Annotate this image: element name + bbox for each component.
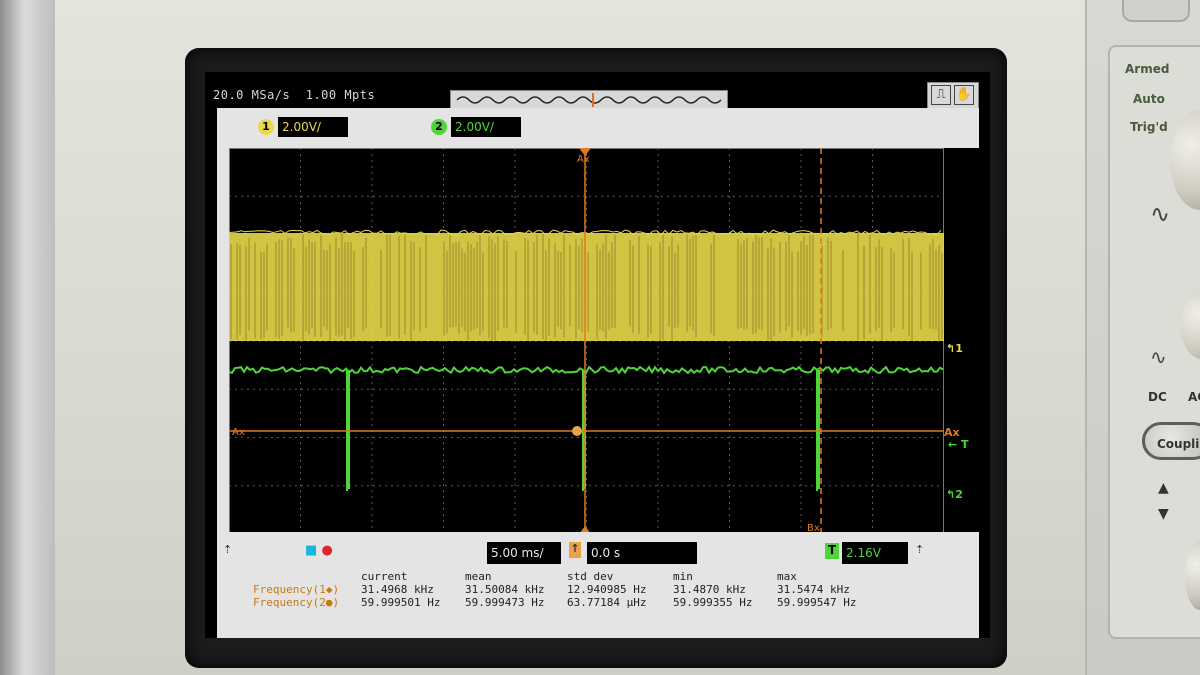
meas-row-2-max: 59.999547 Hz bbox=[777, 596, 857, 609]
right-marker-column: ↰1 Ax ← T ↰2 bbox=[944, 148, 979, 534]
meas-row-1-max: 31.5474 kHz bbox=[777, 583, 850, 596]
header-min: min bbox=[673, 570, 693, 583]
measurement-panel: current mean std dev min max Frequency(1… bbox=[217, 570, 979, 638]
channel-1-indicator[interactable]: 1 2.00V/ bbox=[258, 116, 348, 138]
channel-2-scale[interactable]: 2.00V/ bbox=[451, 117, 521, 137]
memory-depth: 1.00 Mpts bbox=[305, 88, 376, 102]
cursor-intersection-dot bbox=[572, 426, 582, 436]
trigger-level-field[interactable]: 2.16V bbox=[842, 542, 908, 564]
header-std-dev: std dev bbox=[567, 570, 614, 583]
header-current: current bbox=[361, 570, 408, 583]
waveform-overview[interactable] bbox=[450, 90, 728, 110]
waveform-graticule[interactable]: Ax Ax Bx bbox=[228, 148, 944, 534]
header-max: max bbox=[777, 570, 797, 583]
channel-1-badge: 1 bbox=[258, 119, 274, 135]
background-wall bbox=[0, 0, 60, 675]
ac-wave-icon: ∿ bbox=[1150, 345, 1167, 369]
header-mean: mean bbox=[465, 570, 492, 583]
coupling-button[interactable]: Coupling bbox=[1142, 422, 1200, 460]
status-auto: Auto bbox=[1133, 92, 1165, 106]
timebase-bar: ⇡ ■ ● 5.00 ms/ ↑ 0.0 s T 2.16V ⇡ bbox=[217, 532, 979, 572]
delay-field[interactable]: 0.0 s bbox=[587, 542, 697, 564]
meas-row-1-mean: 31.50084 kHz bbox=[465, 583, 545, 596]
panel-top-button[interactable] bbox=[1122, 0, 1190, 22]
channel-bar: 1 2.00V/ 2 2.00V/ bbox=[217, 108, 979, 144]
status-armed: Armed bbox=[1125, 62, 1170, 76]
channel-1-scale[interactable]: 2.00V/ bbox=[278, 117, 348, 137]
channel-2-ground-marker: ↰2 bbox=[946, 488, 963, 501]
channel-2-badge: 2 bbox=[431, 119, 447, 135]
delay-reference-icon: ↑ bbox=[569, 542, 581, 558]
meas-row-2-mean: 59.999473 Hz bbox=[465, 596, 545, 609]
meas-row-2-label: Frequency(2●) bbox=[253, 596, 340, 609]
meas-row-2-stddev: 63.77184 µHz bbox=[567, 596, 647, 609]
status-trigd: Trig'd bbox=[1130, 120, 1168, 134]
meas-row-1-current: 31.4968 kHz bbox=[361, 583, 434, 596]
display-mode-buttons: ⎍ ✋ bbox=[927, 82, 979, 110]
top-status-bar: 20.0 MSa/s 1.00 Mpts ⎍ ✋ bbox=[205, 72, 990, 110]
meas-row-1-label: Frequency(1◆) bbox=[253, 583, 340, 596]
meas-row-1-stddev: 12.940985 Hz bbox=[567, 583, 647, 596]
left-arrow-icon[interactable]: ⇡ bbox=[223, 543, 232, 556]
overview-wave bbox=[456, 93, 722, 107]
channel-2-indicator[interactable]: 2 2.00V/ bbox=[431, 116, 521, 138]
wave-symbol-icon: ∿ bbox=[1150, 200, 1171, 228]
trigger-source-badge: T bbox=[825, 543, 839, 559]
time-per-div-field[interactable]: 5.00 ms/ bbox=[487, 542, 561, 564]
ac-label: AC bbox=[1188, 390, 1200, 404]
meas-row-2-min: 59.999355 Hz bbox=[673, 596, 753, 609]
ax-top-label: Ax bbox=[577, 154, 590, 165]
cursor-source-icons[interactable]: ■ ● bbox=[305, 543, 333, 558]
waveform-mode-button[interactable]: ⎍ bbox=[931, 85, 951, 105]
right-arrow-icon[interactable]: ⇡ bbox=[915, 543, 924, 556]
graticule-svg: AxAxBx bbox=[228, 148, 944, 534]
up-arrow-icon[interactable]: ▲ bbox=[1158, 480, 1169, 496]
acquisition-info: 20.0 MSa/s 1.00 Mpts bbox=[213, 88, 375, 102]
graticule-area: Ax Ax Bx ↰1 Ax ← T ↰2 bbox=[217, 144, 979, 534]
pan-mode-button[interactable]: ✋ bbox=[954, 85, 974, 105]
meas-row-1-min: 31.4870 kHz bbox=[673, 583, 746, 596]
ax-left-label: Ax bbox=[232, 427, 245, 438]
scope-display: 20.0 MSa/s 1.00 Mpts ⎍ ✋ 1 2.00V/ 2 2.00… bbox=[205, 72, 990, 638]
meas-row-2-current: 59.999501 Hz bbox=[361, 596, 441, 609]
dc-label: DC bbox=[1148, 390, 1167, 404]
sample-rate: 20.0 MSa/s bbox=[213, 88, 291, 102]
trigger-marker: ← T bbox=[948, 438, 969, 451]
down-arrow-icon[interactable]: ▼ bbox=[1158, 506, 1169, 522]
channel-1-ground-marker: ↰1 bbox=[946, 342, 963, 355]
